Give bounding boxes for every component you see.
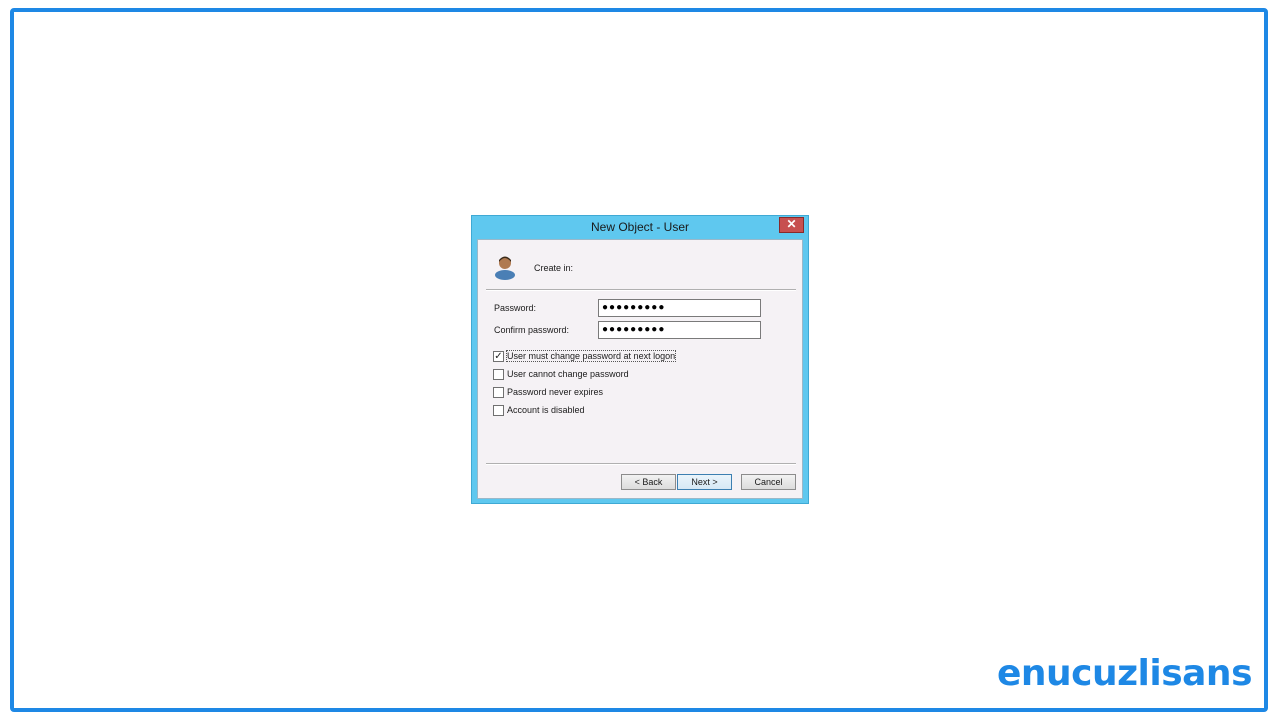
top-divider — [486, 289, 796, 291]
bottom-divider — [486, 463, 796, 465]
next-button[interactable]: Next > — [677, 474, 732, 490]
option-label: Password never expires — [507, 387, 604, 397]
back-button[interactable]: < Back — [621, 474, 676, 490]
option-label: User cannot change password — [507, 369, 629, 379]
confirm-password-label: Confirm password: — [494, 325, 570, 335]
brand-logo: enucuzlisans — [996, 653, 1253, 694]
dialog-client-area: Create in: Password: ●●●●●●●●● Confirm p… — [477, 239, 803, 499]
account-disabled-checkbox[interactable] — [493, 405, 504, 416]
password-never-expires-checkbox[interactable] — [493, 387, 504, 398]
close-button[interactable]: ✕ — [779, 217, 804, 233]
option-label: User must change password at next logon — [505, 350, 677, 362]
create-in-label: Create in: — [534, 263, 574, 273]
option-label: Account is disabled — [507, 405, 585, 415]
new-object-user-dialog: New Object - User ✕ Create in: Password:… — [471, 215, 809, 504]
check-icon: ✓ — [494, 351, 503, 362]
dialog-title: New Object - User — [590, 220, 690, 234]
close-icon: ✕ — [786, 217, 797, 231]
must-change-password-checkbox[interactable]: ✓ — [493, 351, 504, 362]
password-field[interactable]: ●●●●●●●●● — [598, 299, 761, 317]
cannot-change-password-checkbox[interactable] — [493, 369, 504, 380]
password-label: Password: — [494, 303, 537, 313]
user-icon — [495, 256, 515, 280]
confirm-password-field[interactable]: ●●●●●●●●● — [598, 321, 761, 339]
cancel-button[interactable]: Cancel — [741, 474, 796, 490]
